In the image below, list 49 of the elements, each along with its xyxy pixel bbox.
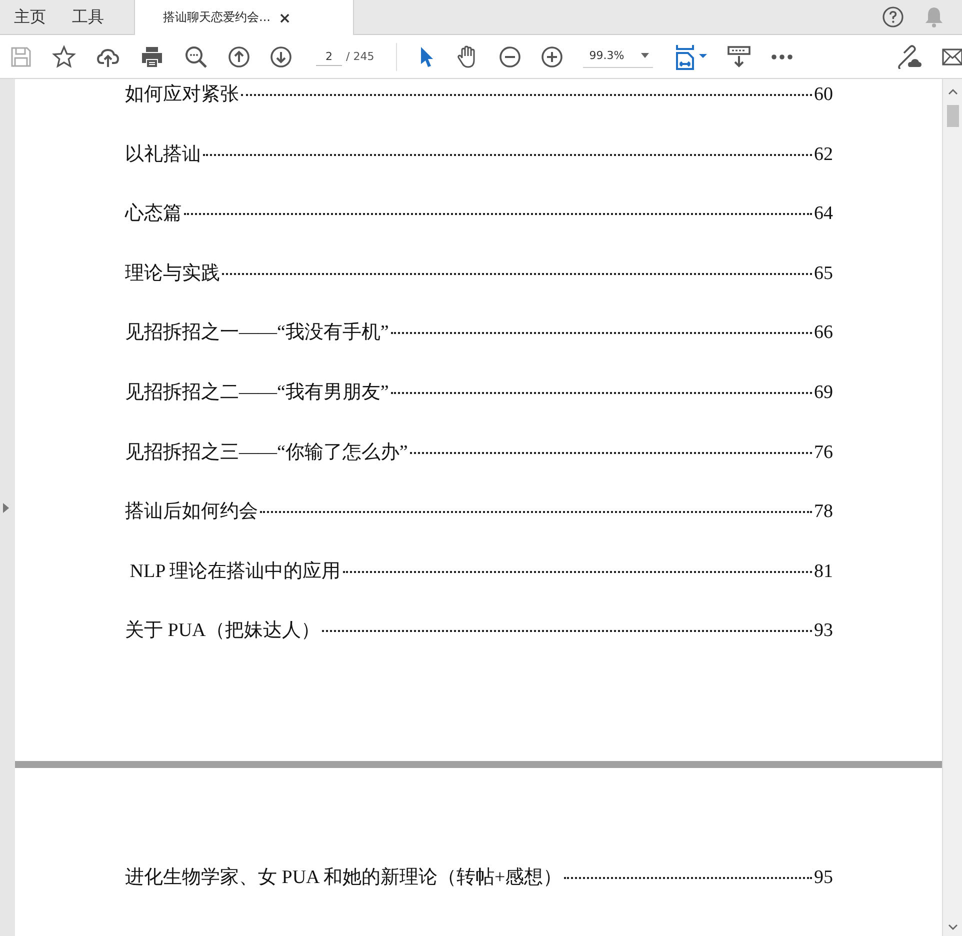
mail-icon[interactable]	[942, 48, 962, 66]
toc-page-number[interactable]: 66	[814, 322, 833, 344]
toc-title[interactable]: NLP 理论在搭讪中的应用	[125, 558, 341, 584]
tab-title[interactable]: 搭讪聊天恋爱约会...	[163, 9, 270, 26]
pointer-icon[interactable]	[419, 46, 436, 68]
toc-page-number[interactable]: 95	[814, 867, 833, 889]
toc-title[interactable]: 见招拆招之三——“你输了怎么办”	[125, 438, 408, 465]
help-icon[interactable]	[882, 6, 904, 28]
toc-title[interactable]: 见招拆招之二——“我有男朋友”	[125, 378, 389, 405]
expand-panel-icon[interactable]	[3, 502, 9, 512]
toc-title[interactable]: 搭讪后如何约会	[125, 498, 258, 524]
toc-title[interactable]: 心态篇	[125, 200, 182, 226]
toc-page-number[interactable]: 93	[814, 620, 833, 642]
zoom-in-icon[interactable]	[541, 46, 564, 68]
caret-icon	[641, 52, 650, 58]
arrow-down-icon[interactable]	[270, 46, 292, 68]
toc-title[interactable]: 理论与实践	[125, 260, 220, 286]
arrow-up-icon[interactable]	[228, 46, 250, 68]
toc-title[interactable]: 以礼搭讪	[125, 140, 201, 167]
link-cloud-icon[interactable]	[896, 44, 922, 68]
toc-page-number[interactable]: 69	[814, 382, 833, 404]
zoom-out-icon[interactable]	[499, 46, 522, 68]
more-icon[interactable]	[771, 54, 794, 60]
print-icon[interactable]	[140, 44, 164, 68]
star-icon[interactable]	[52, 44, 76, 68]
scroll-down-icon[interactable]	[948, 924, 958, 930]
toc-title[interactable]: 如何应对紧张	[125, 81, 239, 107]
nav-tab[interactable]: 主页	[2, 0, 58, 34]
scrollbar[interactable]	[942, 79, 962, 936]
close-icon[interactable]: ×	[278, 8, 292, 26]
toc-title[interactable]: 见招拆招之一——“我没有手机”	[125, 319, 389, 346]
nav-tab[interactable]: 工具	[60, 0, 116, 34]
toc-page-number[interactable]: 64	[814, 203, 833, 226]
document-tab[interactable]: 搭讪聊天恋爱约会... ×	[134, 0, 354, 35]
zoom-dropdown[interactable]: 99.3%	[583, 46, 654, 68]
toc-title[interactable]: 关于 PUA（把妹达人）	[125, 617, 320, 644]
page-total: / 245	[346, 50, 374, 63]
toc-page-number[interactable]: 78	[814, 501, 833, 524]
toc-title[interactable]: 进化生物学家、女 PUA 和她的新理论（转帖+感想）	[125, 864, 562, 890]
scroll-thumb[interactable]	[946, 105, 958, 127]
toc-page-number[interactable]: 60	[814, 84, 833, 106]
zoom-search-icon[interactable]	[184, 44, 208, 68]
toc-page-number[interactable]: 76	[814, 442, 833, 464]
toc-page-number[interactable]: 65	[814, 262, 833, 285]
toc-page-number[interactable]: 81	[814, 560, 833, 583]
scroll-mode-icon[interactable]	[727, 44, 752, 68]
fit-page-icon[interactable]	[675, 44, 710, 70]
toc-page-number[interactable]: 62	[814, 144, 833, 166]
scroll-up-icon[interactable]	[948, 89, 958, 95]
